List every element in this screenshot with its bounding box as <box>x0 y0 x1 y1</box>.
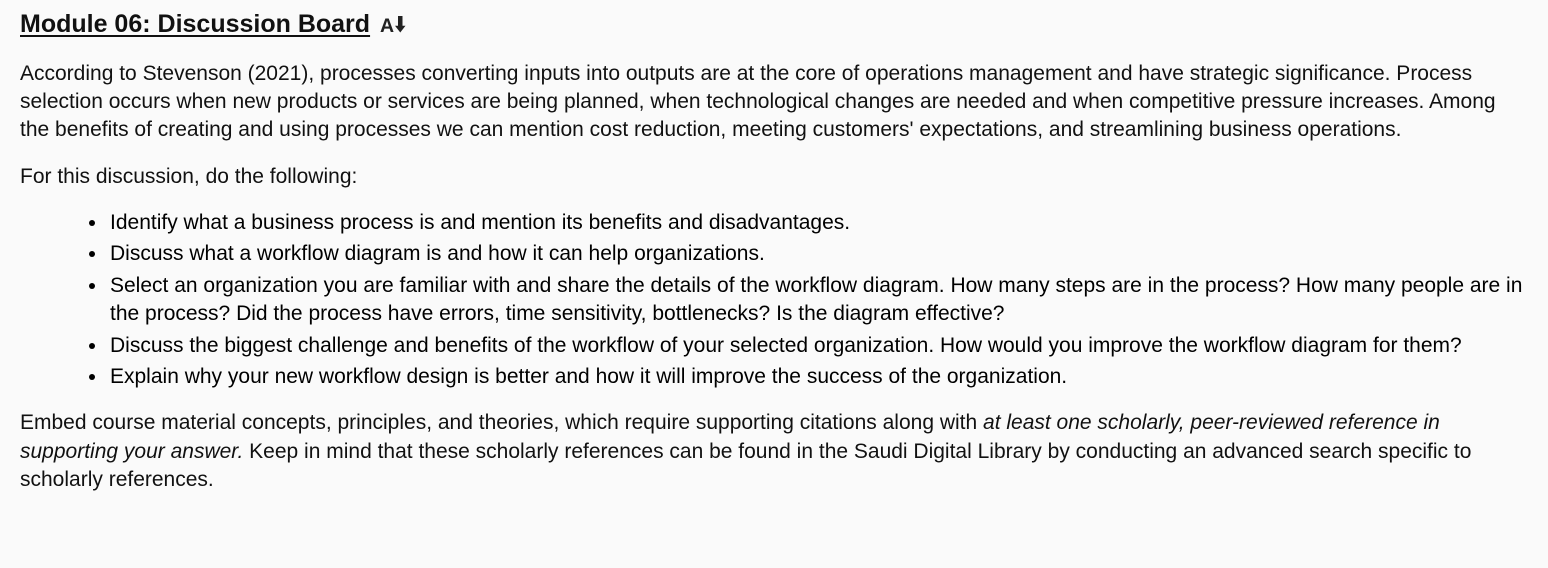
list-item: Explain why your new workflow design is … <box>108 363 1528 391</box>
svg-text:A: A <box>380 15 394 37</box>
intro-paragraph: According to Stevenson (2021), processes… <box>20 60 1528 145</box>
closing-pre: Embed course material concepts, principl… <box>20 411 983 434</box>
list-item: Select an organization you are familiar … <box>108 272 1528 329</box>
font-size-down-icon[interactable]: A <box>380 13 410 37</box>
closing-paragraph: Embed course material concepts, principl… <box>20 409 1528 494</box>
instructions-lead: For this discussion, do the following: <box>20 163 1528 191</box>
list-item: Discuss what a workflow diagram is and h… <box>108 240 1528 268</box>
heading-row: Module 06: Discussion Board A <box>20 8 1528 42</box>
instructions-list: Identify what a business process is and … <box>90 209 1528 391</box>
page-title: Module 06: Discussion Board <box>20 8 370 42</box>
list-item: Discuss the biggest challenge and benefi… <box>108 332 1528 360</box>
list-item: Identify what a business process is and … <box>108 209 1528 237</box>
